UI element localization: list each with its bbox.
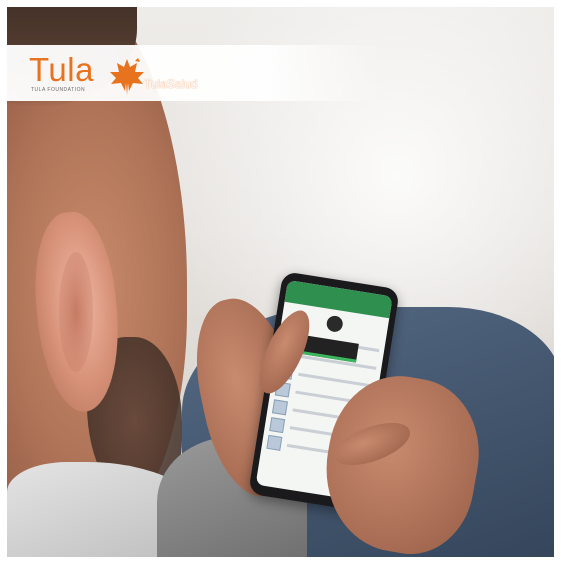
ear-inner [59, 252, 93, 372]
program-logo-text: TulaSalud [144, 77, 198, 91]
foundation-text: TULA FOUNDATION [31, 87, 86, 93]
photo: Tula TULA FOUNDATION TulaSalud [7, 7, 554, 557]
app-avatar [325, 314, 344, 333]
maple-leaf-icon [110, 58, 144, 95]
brand-logo-text: Tula [29, 51, 94, 88]
